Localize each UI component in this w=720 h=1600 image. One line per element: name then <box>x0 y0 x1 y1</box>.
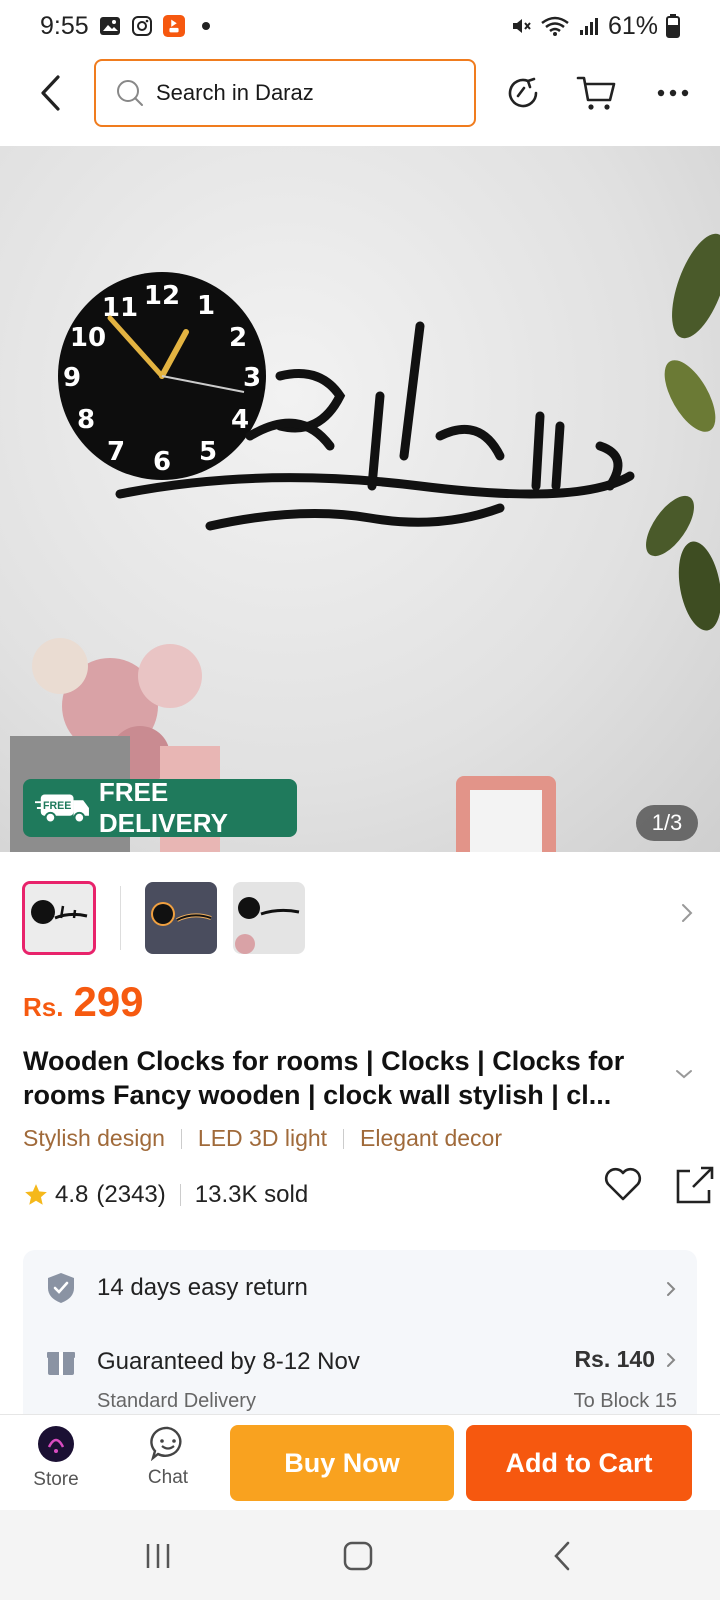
svg-text:5: 5 <box>199 437 217 467</box>
recent-apps-icon <box>146 1544 170 1568</box>
system-back-icon <box>554 1541 570 1571</box>
return-policy-text: 14 days easy return <box>97 1274 308 1301</box>
mute-icon <box>510 15 532 37</box>
gallery-icon <box>99 15 121 37</box>
product-highlight-tags: Stylish design LED 3D light Elegant deco… <box>23 1125 502 1152</box>
battery-icon <box>666 14 680 38</box>
store-label: Store <box>33 1469 79 1490</box>
cart-icon <box>576 76 616 110</box>
image-page-indicator: 1/3 <box>636 805 698 841</box>
delivery-type-text: Standard Delivery <box>97 1390 256 1412</box>
svg-text:10: 10 <box>70 323 106 353</box>
thumbnails-next-chevron-icon[interactable] <box>680 902 694 924</box>
add-to-cart-button[interactable]: Add to Cart <box>466 1425 692 1501</box>
free-tag: FREE <box>43 800 71 812</box>
store-button[interactable]: Store <box>16 1425 96 1491</box>
rating-value: 4.8 <box>55 1181 89 1208</box>
thumbnail-2[interactable] <box>145 882 217 954</box>
wifi-icon <box>540 15 570 37</box>
notification-dot-icon <box>195 15 217 37</box>
svg-text:2: 2 <box>229 323 247 353</box>
rating-separator <box>179 1184 181 1206</box>
thumbnail-divider <box>120 886 121 950</box>
sold-count: 13.3K sold <box>194 1181 309 1208</box>
svg-text:6: 6 <box>153 447 171 477</box>
tag-elegant-decor: Elegant decor <box>360 1125 502 1151</box>
status-time: 9:55 <box>40 11 89 40</box>
delivery-guarantee-text: Guaranteed by 8-12 Nov <box>97 1348 360 1375</box>
svg-text:3: 3 <box>243 363 261 393</box>
tag-led-3d-light: LED 3D light <box>197 1125 328 1151</box>
more-options-button[interactable] <box>650 70 696 116</box>
chevron-right-icon <box>667 1352 676 1367</box>
title-expand-chevron-icon[interactable] <box>674 1068 694 1080</box>
chat-bubble-icon <box>150 1426 182 1461</box>
refresh-icon <box>508 77 538 108</box>
return-policy-row[interactable]: 14 days easy return <box>23 1250 697 1326</box>
home-icon <box>343 1541 373 1571</box>
free-delivery-badge: FREE FREE DELIVERY <box>23 777 297 838</box>
rating-row: 4.8 (2343) 13.3K sold <box>23 1166 714 1209</box>
delivery-fee: Rs. 140 <box>574 1346 655 1372</box>
search-placeholder: Search in Daraz <box>156 80 314 105</box>
search-icon <box>117 80 143 106</box>
battery-percent: 61% <box>607 11 658 40</box>
refresh-button[interactable] <box>500 70 546 116</box>
svg-text:12: 12 <box>144 281 180 311</box>
service-info-card: 14 days easy return Guaranteed by 8-12 N… <box>23 1250 697 1440</box>
svg-text:8: 8 <box>77 405 95 435</box>
buy-now-button[interactable]: Buy Now <box>230 1425 454 1501</box>
chat-label: Chat <box>147 1467 189 1488</box>
star-icon <box>25 1184 47 1205</box>
store-avatar-icon <box>38 1426 74 1462</box>
share-icon[interactable] <box>675 1165 715 1205</box>
tag-separator <box>343 1128 345 1149</box>
back-arrow-icon <box>41 75 60 111</box>
svg-text:1: 1 <box>197 291 215 321</box>
cart-button[interactable] <box>574 70 620 116</box>
product-photo-illustration: 12 12 345 678 91011 <box>10 233 720 852</box>
chevron-right-icon <box>667 1282 676 1296</box>
bottom-action-bar: Store Chat Buy Now Add to Cart <box>0 1414 720 1510</box>
tag-separator <box>180 1128 182 1149</box>
shield-check-icon <box>45 1272 77 1304</box>
product-price: Rs. 299 <box>23 978 144 1026</box>
top-app-bar: Search in Daraz <box>0 58 720 128</box>
thumbnail-3[interactable] <box>233 882 305 954</box>
system-back-button[interactable] <box>542 1536 582 1576</box>
svg-text:7: 7 <box>107 437 125 467</box>
signal-icon <box>578 15 600 37</box>
recent-apps-button[interactable] <box>138 1536 178 1576</box>
home-button[interactable] <box>338 1536 378 1576</box>
price-currency: Rs. <box>23 992 64 1022</box>
tag-stylish-design: Stylish design <box>23 1125 165 1151</box>
thumbnail-strip <box>22 880 702 956</box>
back-button[interactable] <box>30 70 70 116</box>
status-bar: 9:55 61% <box>0 0 720 52</box>
delivery-location: To Block 15 <box>573 1390 677 1412</box>
svg-text:4: 4 <box>231 405 249 435</box>
chat-button[interactable]: Chat <box>128 1425 208 1489</box>
daraz-app-icon <box>162 15 185 37</box>
svg-text:11: 11 <box>102 293 138 323</box>
product-image[interactable]: 12 1 2 345 678 9 10 11 FREE FREE DELIVER… <box>0 146 720 852</box>
more-icon <box>657 89 689 97</box>
system-navigation-bar <box>0 1510 720 1600</box>
delivery-truck-icon: FREE <box>35 794 89 824</box>
free-delivery-label: FREE DELIVERY <box>98 777 228 838</box>
instagram-icon <box>131 15 153 37</box>
thumbnail-1[interactable] <box>22 881 96 955</box>
product-title: Wooden Clocks for rooms | Clocks | Clock… <box>23 1046 625 1110</box>
search-input[interactable]: Search in Daraz <box>94 59 476 127</box>
review-count[interactable]: (2343) <box>96 1181 165 1209</box>
price-amount: 299 <box>73 978 144 1025</box>
gift-box-icon <box>45 1346 77 1378</box>
wishlist-heart-icon[interactable] <box>603 1165 643 1203</box>
svg-text:9: 9 <box>63 363 81 393</box>
